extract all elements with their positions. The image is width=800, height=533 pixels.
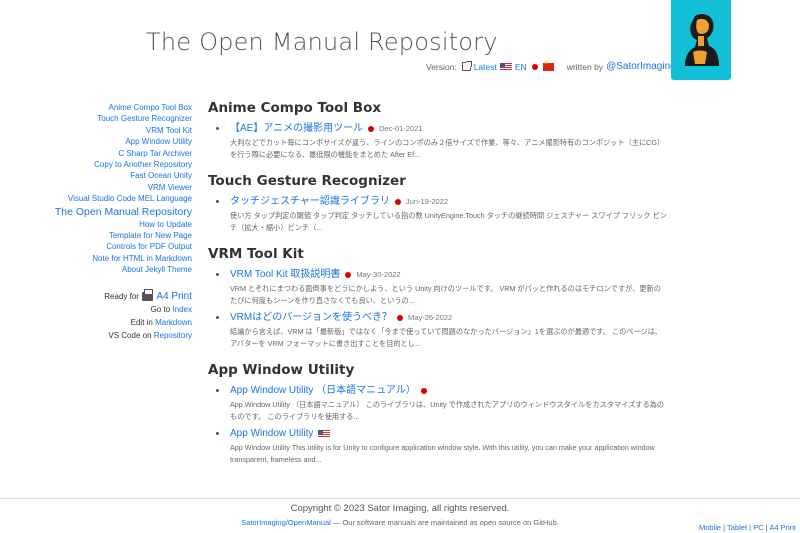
latest-link[interactable]: Latest — [474, 62, 497, 72]
sidebar-item-controls-for-pdf-output[interactable]: Controls for PDF Output — [2, 241, 192, 252]
external-link-icon — [461, 61, 472, 71]
device-link-mobile[interactable]: Mobile — [699, 523, 721, 532]
goto-index-tool: Go to Index — [150, 304, 192, 314]
post-title-link[interactable]: App Window Utility — [230, 427, 313, 441]
jp-flag-icon[interactable] — [530, 62, 540, 72]
section-title: App Window Utility — [208, 362, 355, 378]
sidebar-item-about-jekyll-theme[interactable]: About Jekyll Theme — [2, 264, 192, 275]
list-item: App Window Utility （日本語マニュアル） App Window… — [216, 384, 668, 423]
post-title-link[interactable]: タッチジェスチャー認識ライブラリ — [230, 195, 390, 209]
post-date: May-26-2022 — [408, 313, 453, 322]
section-vrm-tool-kit: VRM Tool Kit VRM Tool Kit 取扱説明書 May-30-2… — [208, 246, 668, 350]
sidebar-item-copy-to-another-repository[interactable]: Copy to Another Repository — [2, 159, 192, 170]
footer-divider — [0, 498, 800, 499]
copyright-text: Copyright © 2023 Sator Imaging, all righ… — [290, 503, 510, 514]
version-bar: Version: Latest EN written by @SatorImag… — [426, 60, 676, 73]
post-excerpt: App Window Utility This utility is for U… — [230, 443, 655, 464]
footer-note: SatorImaging/OpenManual — Our software m… — [0, 518, 800, 527]
cn-flag-icon[interactable] — [542, 60, 554, 71]
jp-flag-icon — [397, 315, 404, 321]
jp-flag-icon — [394, 199, 401, 205]
a4-print-link[interactable]: A4 Print — [156, 291, 192, 302]
version-label: Version: — [426, 61, 457, 72]
sidebar-item-anime-compo-tool-box[interactable]: Anime Compo Tool Box — [2, 102, 192, 113]
post-title-link[interactable]: VRMはどのバージョンを使うべき？ — [230, 311, 392, 325]
post-date: Jun-19-2022 — [405, 197, 449, 206]
list-item: VRM Tool Kit 取扱説明書 May-30-2022 VRM とそれにま… — [216, 268, 668, 307]
sidebar-item-app-window-utility[interactable]: App Window Utility — [2, 136, 192, 147]
sidebar-nav: Anime Compo Tool Box Touch Gesture Recog… — [2, 102, 192, 342]
device-links: Mobile | Tablet | PC | A4 Print — [698, 523, 796, 532]
post-date: Dec-01-2021 — [379, 124, 423, 133]
vscode-repository-tool: VS Code on Repository — [108, 330, 192, 340]
sidebar-item-touch-gesture-recognizer[interactable]: Touch Gesture Recognizer — [2, 113, 192, 124]
section-touch-gesture-recognizer: Touch Gesture Recognizer タッチジェスチャー認識ライブラ… — [208, 173, 668, 234]
lang-en-link[interactable]: EN — [515, 62, 527, 72]
markdown-link[interactable]: Markdown — [155, 318, 192, 327]
sidebar-tools: Ready for A4 Print Go to Index Edit in M… — [2, 289, 192, 342]
list-item: 【AE】アニメの撮影用ツール Dec-01-2021 大判などでカット毎にコンポ… — [216, 122, 668, 161]
sidebar-item-c-sharp-tar-archiver[interactable]: C Sharp Tar Archiver — [2, 148, 192, 159]
post-title-link[interactable]: App Window Utility （日本語マニュアル） — [230, 384, 416, 398]
sidebar-item-open-manual-repository[interactable]: The Open Manual Repository — [2, 205, 192, 219]
device-link-tablet[interactable]: Tablet — [727, 523, 747, 532]
post-title-link[interactable]: VRM Tool Kit 取扱説明書 — [230, 268, 340, 282]
sidebar-item-vrm-tool-kit[interactable]: VRM Tool Kit — [2, 125, 192, 136]
list-item: タッチジェスチャー認識ライブラリ Jun-19-2022 使い方 タップ判定の閾… — [216, 195, 668, 234]
jp-flag-icon — [345, 272, 352, 278]
sidebar-item-fast-ocean-unity[interactable]: Fast Ocean Unity — [2, 170, 192, 181]
main-content: Anime Compo Tool Box 【AE】アニメの撮影用ツール Dec-… — [208, 100, 668, 478]
sidebar-item-template-for-new-page[interactable]: Template for New Page — [2, 230, 192, 241]
site-title[interactable]: The Open Manual Repository — [146, 28, 498, 56]
author-link[interactable]: @SatorImaging — [606, 61, 676, 72]
list-item: App Window Utility App Window Utility Th… — [216, 427, 668, 466]
mannequin-logo-icon — [685, 14, 719, 66]
index-link[interactable]: Index — [172, 305, 192, 314]
post-excerpt: App Window Utility （日本語マニュアル） このライブラリは、U… — [230, 400, 665, 421]
device-link-a4-print[interactable]: A4 Print — [769, 523, 796, 532]
sidebar-item-note-for-html-in-markdown[interactable]: Note for HTML in Markdown — [2, 253, 192, 264]
jp-flag-icon — [420, 388, 427, 394]
footer-note-text: — Our software manuals are maintained as… — [330, 518, 559, 527]
edit-markdown-tool: Edit in Markdown — [130, 317, 192, 327]
print-tool: Ready for A4 Print — [104, 289, 192, 302]
post-excerpt: 結論から言えば、VRM は「最新版」ではなく「今まで使っていて問題のなかったバー… — [230, 327, 663, 348]
post-excerpt: VRM とそれにまつわる面倒事をどうにかしよう、という Unity 向けのツール… — [230, 284, 661, 305]
section-app-window-utility: App Window Utility App Window Utility （日… — [208, 362, 668, 466]
post-excerpt: 使い方 タップ判定の閾値 タップ判定 タッチしている指の数 UnityEngin… — [230, 211, 667, 232]
printer-icon[interactable] — [142, 289, 154, 302]
github-repo-link[interactable]: SatorImaging/OpenManual — [241, 518, 331, 527]
list-item: VRMはどのバージョンを使うべき？ May-26-2022 結論から言えば、VR… — [216, 311, 668, 350]
device-link-pc[interactable]: PC — [753, 523, 763, 532]
section-anime-compo-tool-box: Anime Compo Tool Box 【AE】アニメの撮影用ツール Dec-… — [208, 100, 668, 161]
us-flag-icon — [318, 430, 331, 438]
sidebar-item-how-to-update[interactable]: How to Update — [2, 219, 192, 230]
post-title-link[interactable]: 【AE】アニメの撮影用ツール — [230, 122, 363, 136]
sidebar-item-vscode-mel-language[interactable]: Visual Studio Code MEL Language — [2, 193, 192, 204]
section-title: Touch Gesture Recognizer — [208, 173, 406, 189]
post-excerpt: 大判などでカット毎にコンポサイズが違う、ラインのコンポのみ２倍サイズで作業、等々… — [230, 138, 665, 159]
sidebar-item-vrm-viewer[interactable]: VRM Viewer — [2, 182, 192, 193]
written-by-label: written by — [566, 61, 604, 72]
section-title: Anime Compo Tool Box — [208, 100, 382, 116]
section-title: VRM Tool Kit — [208, 246, 304, 262]
post-date: May-30-2022 — [356, 270, 401, 279]
jp-flag-icon — [368, 126, 375, 132]
us-flag-icon[interactable] — [499, 62, 512, 71]
site-logo[interactable] — [671, 0, 731, 80]
repository-link[interactable]: Repository — [154, 331, 192, 340]
